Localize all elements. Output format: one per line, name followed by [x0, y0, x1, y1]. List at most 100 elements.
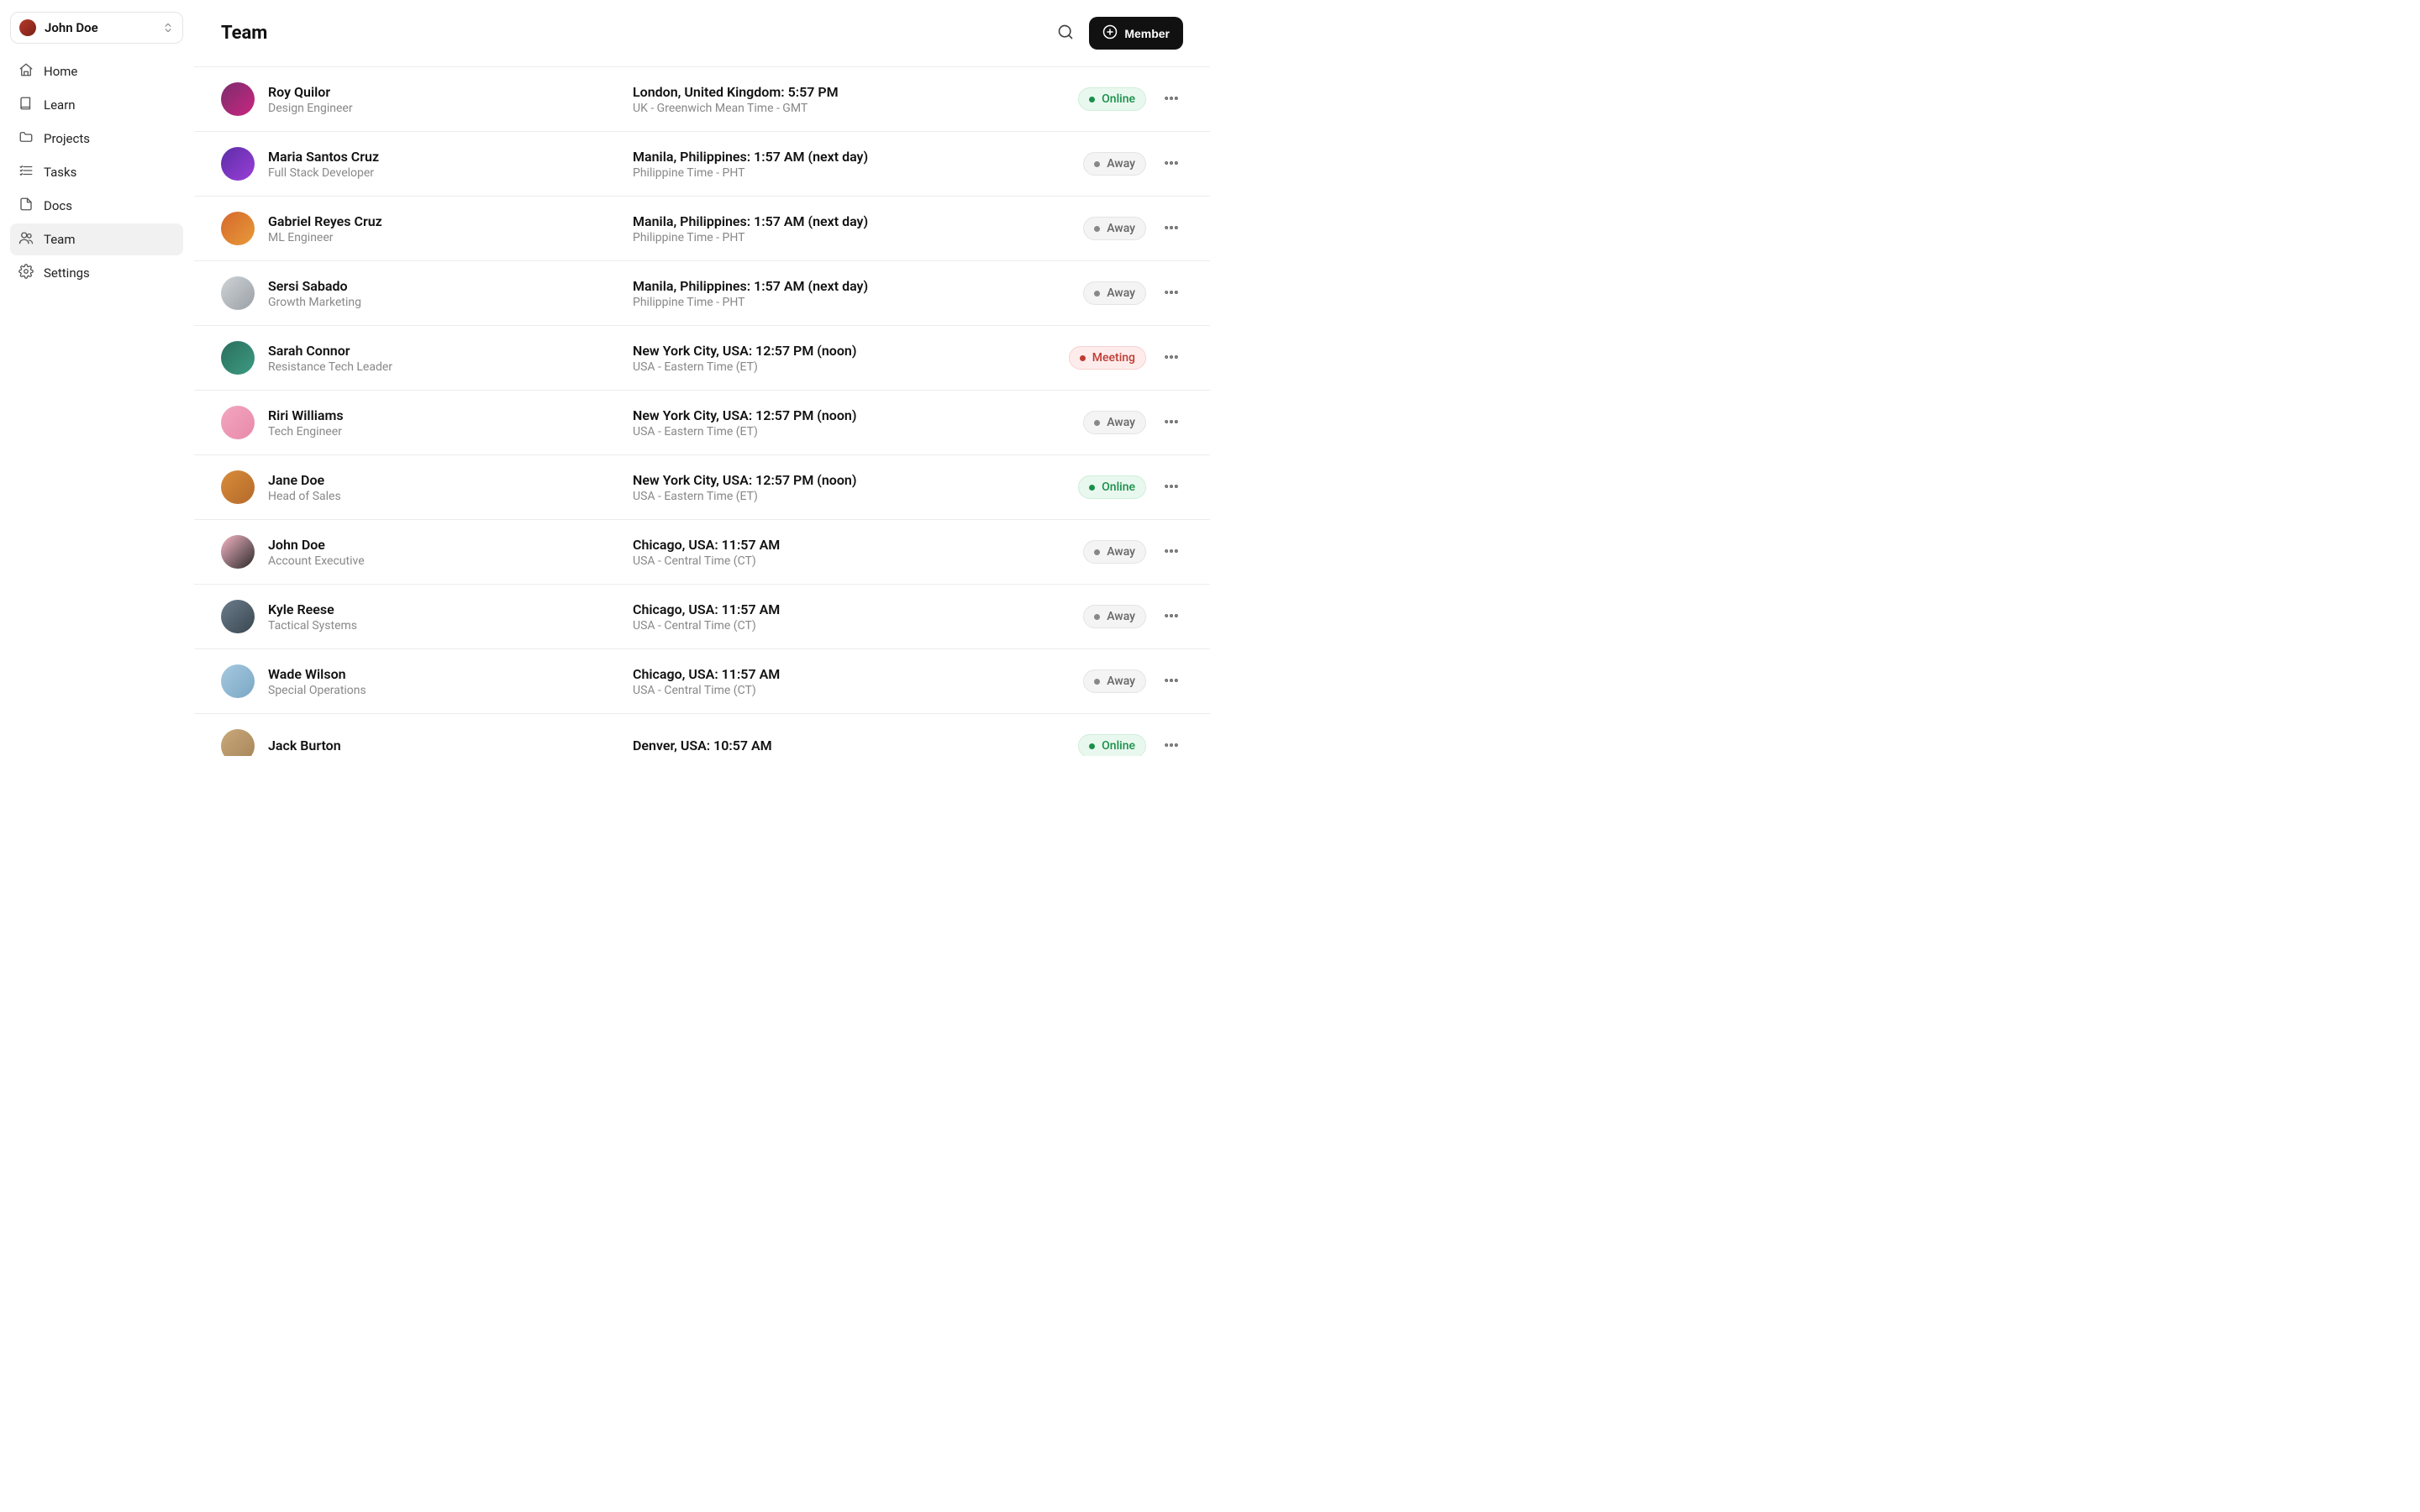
member-role: Account Executive: [268, 554, 365, 568]
status-label: Away: [1107, 610, 1135, 623]
member-more-button[interactable]: [1160, 151, 1183, 177]
status-dot-icon: [1094, 679, 1100, 685]
member-location-time: Chicago, USA: 11:57 AM: [633, 601, 1066, 617]
status-badge-away: Away: [1083, 669, 1146, 693]
status-badge-away: Away: [1083, 540, 1146, 564]
add-member-button[interactable]: Member: [1089, 17, 1183, 50]
status-badge-meeting: Meeting: [1069, 346, 1146, 370]
member-name: Jack Burton: [268, 738, 341, 753]
member-name: Gabriel Reyes Cruz: [268, 213, 382, 229]
member-avatar: [221, 276, 255, 310]
sidebar-item-home[interactable]: Home: [10, 55, 183, 87]
member-name: Riri Williams: [268, 407, 344, 423]
member-row: Roy QuilorDesign EngineerLondon, United …: [194, 67, 1210, 132]
sidebar-item-tasks[interactable]: Tasks: [10, 156, 183, 188]
member-more-button[interactable]: [1160, 669, 1183, 695]
status-label: Away: [1107, 675, 1135, 688]
status-dot-icon: [1089, 97, 1095, 102]
sidebar-item-docs[interactable]: Docs: [10, 190, 183, 222]
member-name: Maria Santos Cruz: [268, 149, 379, 165]
sidebar-item-label: Learn: [44, 97, 76, 113]
sidebar-item-settings[interactable]: Settings: [10, 257, 183, 289]
member-more-button[interactable]: [1160, 733, 1183, 757]
more-horizontal-icon: [1163, 226, 1180, 239]
status-badge-away: Away: [1083, 411, 1146, 434]
status-label: Away: [1107, 416, 1135, 429]
member-row-actions: Away: [1083, 216, 1183, 242]
member-timezone: USA - Eastern Time (ET): [633, 425, 1066, 438]
member-more-button[interactable]: [1160, 87, 1183, 113]
sidebar-item-label: Tasks: [44, 165, 76, 180]
status-badge-away: Away: [1083, 605, 1146, 628]
status-badge-away: Away: [1083, 281, 1146, 305]
plus-circle-icon: [1102, 24, 1118, 42]
member-avatar: [221, 82, 255, 116]
status-label: Away: [1107, 286, 1135, 300]
member-row: Jane DoeHead of SalesNew York City, USA:…: [194, 455, 1210, 520]
member-row-actions: Away: [1083, 410, 1183, 436]
member-avatar: [221, 212, 255, 245]
member-location-block: Manila, Philippines: 1:57 AM (next day)P…: [633, 149, 1066, 180]
account-name: John Doe: [45, 20, 154, 35]
member-location-block: London, United Kingdom: 5:57 PMUK - Gree…: [633, 84, 1061, 115]
member-name: Sarah Connor: [268, 343, 392, 359]
member-role: Resistance Tech Leader: [268, 360, 392, 374]
member-avatar: [221, 341, 255, 375]
member-location-time: Manila, Philippines: 1:57 AM (next day): [633, 213, 1066, 229]
status-badge-away: Away: [1083, 217, 1146, 240]
sidebar-item-team[interactable]: Team: [10, 223, 183, 255]
account-switcher[interactable]: John Doe: [10, 12, 183, 44]
status-badge-online: Online: [1078, 734, 1146, 756]
member-row-actions: Online: [1078, 733, 1183, 757]
member-avatar: [221, 664, 255, 698]
member-more-button[interactable]: [1160, 475, 1183, 501]
sidebar-item-label: Settings: [44, 265, 90, 281]
member-row-actions: Away: [1083, 539, 1183, 565]
member-location-time: New York City, USA: 12:57 PM (noon): [633, 343, 1052, 359]
status-badge-online: Online: [1078, 475, 1146, 499]
more-horizontal-icon: [1163, 291, 1180, 303]
member-more-button[interactable]: [1160, 604, 1183, 630]
member-more-button[interactable]: [1160, 345, 1183, 371]
member-row: Maria Santos CruzFull Stack DeveloperMan…: [194, 132, 1210, 197]
member-person: Wade WilsonSpecial Operations: [221, 664, 616, 698]
member-person: Riri WilliamsTech Engineer: [221, 406, 616, 439]
status-label: Online: [1102, 92, 1135, 106]
member-name: Jane Doe: [268, 472, 341, 488]
member-location-block: Chicago, USA: 11:57 AMUSA - Central Time…: [633, 666, 1066, 697]
status-dot-icon: [1089, 485, 1095, 491]
member-row: Gabriel Reyes CruzML EngineerManila, Phi…: [194, 197, 1210, 261]
sidebar-item-label: Team: [44, 232, 76, 247]
member-avatar: [221, 406, 255, 439]
member-timezone: USA - Central Time (CT): [633, 619, 1066, 633]
status-dot-icon: [1094, 549, 1100, 555]
status-label: Away: [1107, 545, 1135, 559]
member-timezone: Philippine Time - PHT: [633, 296, 1066, 309]
sidebar-item-learn[interactable]: Learn: [10, 89, 183, 121]
more-horizontal-icon: [1163, 355, 1180, 368]
member-location-time: Chicago, USA: 11:57 AM: [633, 537, 1066, 553]
member-location-block: Denver, USA: 10:57 AM: [633, 738, 1061, 755]
sidebar-item-projects[interactable]: Projects: [10, 123, 183, 155]
more-horizontal-icon: [1163, 485, 1180, 497]
users-icon: [18, 230, 34, 249]
status-dot-icon: [1089, 743, 1095, 749]
member-more-button[interactable]: [1160, 410, 1183, 436]
status-dot-icon: [1094, 161, 1100, 167]
member-avatar: [221, 535, 255, 569]
member-more-button[interactable]: [1160, 216, 1183, 242]
status-label: Online: [1102, 739, 1135, 753]
member-row-actions: Away: [1083, 669, 1183, 695]
member-timezone: USA - Eastern Time (ET): [633, 490, 1061, 503]
status-dot-icon: [1094, 420, 1100, 426]
member-role: Design Engineer: [268, 102, 353, 115]
member-name: John Doe: [268, 537, 365, 553]
page-header: Team Member: [194, 0, 1210, 66]
status-label: Away: [1107, 222, 1135, 235]
search-button[interactable]: [1052, 18, 1079, 48]
member-more-button[interactable]: [1160, 539, 1183, 565]
member-person: Kyle ReeseTactical Systems: [221, 600, 616, 633]
member-more-button[interactable]: [1160, 281, 1183, 307]
page-title: Team: [221, 23, 1042, 44]
member-timezone: USA - Central Time (CT): [633, 684, 1066, 697]
